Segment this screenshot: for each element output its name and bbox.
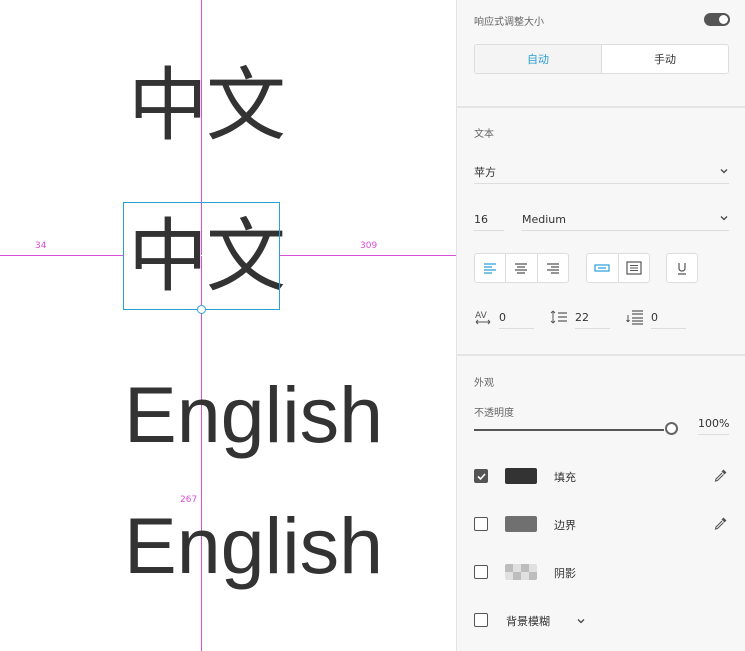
text-section-title: 文本 xyxy=(474,129,494,140)
text-align-group xyxy=(474,253,569,283)
opacity-input[interactable]: 100% xyxy=(698,412,729,435)
underline-icon xyxy=(678,262,686,275)
resize-handle[interactable] xyxy=(197,305,206,314)
shadow-swatch[interactable] xyxy=(505,564,537,580)
paragraph-spacing-value: 0 xyxy=(651,310,658,324)
font-weight-value: Medium xyxy=(522,212,566,226)
responsive-resize-toggle[interactable] xyxy=(704,13,730,26)
paragraph-spacing-field[interactable]: 0 xyxy=(626,306,686,330)
measure-left-label: 34 xyxy=(34,241,48,251)
align-left-icon xyxy=(484,263,497,274)
font-family-value: 苹方 xyxy=(474,166,496,179)
resize-mode-manual[interactable]: 手动 xyxy=(601,45,728,73)
border-row: 边界 xyxy=(474,513,729,537)
background-blur-checkbox[interactable] xyxy=(474,613,488,627)
underline-button[interactable] xyxy=(667,254,697,282)
align-right-icon xyxy=(546,263,559,274)
fixed-size-button[interactable] xyxy=(617,254,650,282)
chevron-down-icon xyxy=(720,216,728,221)
background-blur-label: 背景模糊 xyxy=(506,615,550,628)
border-color-swatch[interactable] xyxy=(505,516,537,532)
fill-checkbox[interactable] xyxy=(474,469,488,483)
text-layer-english-1[interactable]: English xyxy=(124,375,383,455)
inspector-panel: 响应式调整大小 自动 手动 文本 苹方 16 Medium AV 0 22 0 … xyxy=(456,0,745,651)
chevron-down-icon xyxy=(720,169,728,174)
fill-label: 填充 xyxy=(554,471,576,484)
line-spacing-field[interactable]: 22 xyxy=(550,306,610,330)
fill-color-swatch[interactable] xyxy=(505,468,537,484)
border-checkbox[interactable] xyxy=(474,517,488,531)
section-divider xyxy=(457,354,745,356)
fill-row: 填充 xyxy=(474,465,729,489)
shadow-label: 阴影 xyxy=(554,567,576,580)
opacity-slider-handle[interactable] xyxy=(665,422,678,435)
underline-group xyxy=(666,253,698,283)
text-box-mode-group xyxy=(586,253,650,283)
font-size-input[interactable]: 16 xyxy=(474,208,504,231)
text-layer-cjk-top[interactable]: 中文 xyxy=(128,66,286,146)
eyedropper-icon[interactable] xyxy=(713,467,729,483)
appearance-section-title: 外观 xyxy=(474,378,494,389)
resize-mode-auto[interactable]: 自动 xyxy=(475,45,601,73)
chevron-down-icon[interactable] xyxy=(576,616,586,626)
font-size-value: 16 xyxy=(474,212,488,226)
measure-right-label: 309 xyxy=(359,241,379,251)
svg-text:AV: AV xyxy=(475,311,488,321)
align-left-button[interactable] xyxy=(475,254,505,282)
char-spacing-value: 0 xyxy=(499,310,506,324)
opacity-slider-track[interactable] xyxy=(474,429,664,431)
shadow-row: 阴影 xyxy=(474,561,729,585)
selection-box[interactable] xyxy=(123,202,280,310)
align-right-button[interactable] xyxy=(536,254,568,282)
background-blur-row: 背景模糊 xyxy=(474,609,729,633)
shadow-checkbox[interactable] xyxy=(474,565,488,579)
align-center-button[interactable] xyxy=(505,254,536,282)
section-divider xyxy=(457,106,745,108)
paragraph-spacing-icon xyxy=(626,310,643,325)
opacity-label: 不透明度 xyxy=(474,408,514,419)
char-spacing-field[interactable]: AV 0 xyxy=(474,306,534,330)
border-label: 边界 xyxy=(554,519,576,532)
text-layer-english-2[interactable]: English xyxy=(124,506,383,586)
design-canvas[interactable]: 34 309 267 中文 中文 English English xyxy=(0,0,456,651)
auto-width-icon xyxy=(594,264,610,272)
font-weight-dropdown[interactable]: Medium xyxy=(522,208,729,231)
line-spacing-value: 22 xyxy=(575,310,589,324)
align-center-icon xyxy=(515,263,528,274)
fixed-size-icon xyxy=(626,261,642,275)
responsive-resize-label: 响应式调整大小 xyxy=(474,17,544,28)
line-height-icon xyxy=(550,310,567,324)
eyedropper-icon[interactable] xyxy=(713,515,729,531)
auto-width-button[interactable] xyxy=(587,254,618,282)
checkmark-icon xyxy=(476,472,486,480)
font-family-dropdown[interactable]: 苹方 xyxy=(474,161,729,184)
resize-mode-segmented: 自动 手动 xyxy=(474,44,729,74)
letter-spacing-icon: AV xyxy=(475,311,491,325)
opacity-value: 100% xyxy=(698,416,730,430)
